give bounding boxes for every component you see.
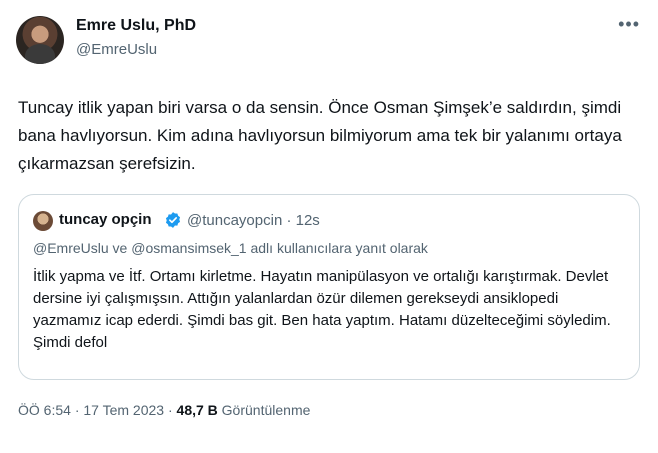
views-label: Görüntülenme — [221, 402, 311, 418]
quoted-avatar[interactable] — [33, 211, 53, 231]
quoted-handle-line: @tuncayopcin · 12s — [187, 212, 320, 229]
quoted-tweet[interactable]: tuncay opçin @tuncayopcin · 12s @EmreUsl… — [18, 194, 640, 380]
more-dots-icon[interactable]: ••• — [618, 14, 640, 35]
quoted-text: İtlik yapma ve İtf. Ortamı kirletme. Hay… — [33, 268, 611, 351]
quoted-time[interactable]: 12s — [296, 212, 320, 229]
verified-badge-icon — [165, 212, 181, 228]
author-avatar[interactable] — [16, 16, 64, 64]
views-count: 48,7 B — [176, 402, 218, 418]
separator-dot: · — [167, 402, 173, 418]
separator-dot: · — [74, 402, 80, 418]
tweet-text: Tuncay itlik yapan biri varsa o da sensi… — [18, 98, 622, 173]
tweet-time[interactable]: ÖÖ 6:54 — [18, 402, 71, 418]
quoted-author-name[interactable]: tuncay opçin — [59, 211, 152, 228]
reply-context: @EmreUslu ve @osmansimsek_1 adlı kullanı… — [33, 240, 428, 256]
separator-dot: · — [286, 212, 292, 229]
author-name[interactable]: Emre Uslu, PhD — [76, 17, 196, 35]
tweet: Emre Uslu, PhD @EmreUslu ••• Tuncay itli… — [0, 0, 658, 453]
tweet-date[interactable]: 17 Tem 2023 — [83, 402, 164, 418]
quoted-author-handle[interactable]: @tuncayopcin — [187, 212, 282, 229]
tweet-meta: ÖÖ 6:54 · 17 Tem 2023 · 48,7 B Görüntüle… — [18, 402, 310, 418]
author-handle[interactable]: @EmreUslu — [76, 41, 157, 58]
